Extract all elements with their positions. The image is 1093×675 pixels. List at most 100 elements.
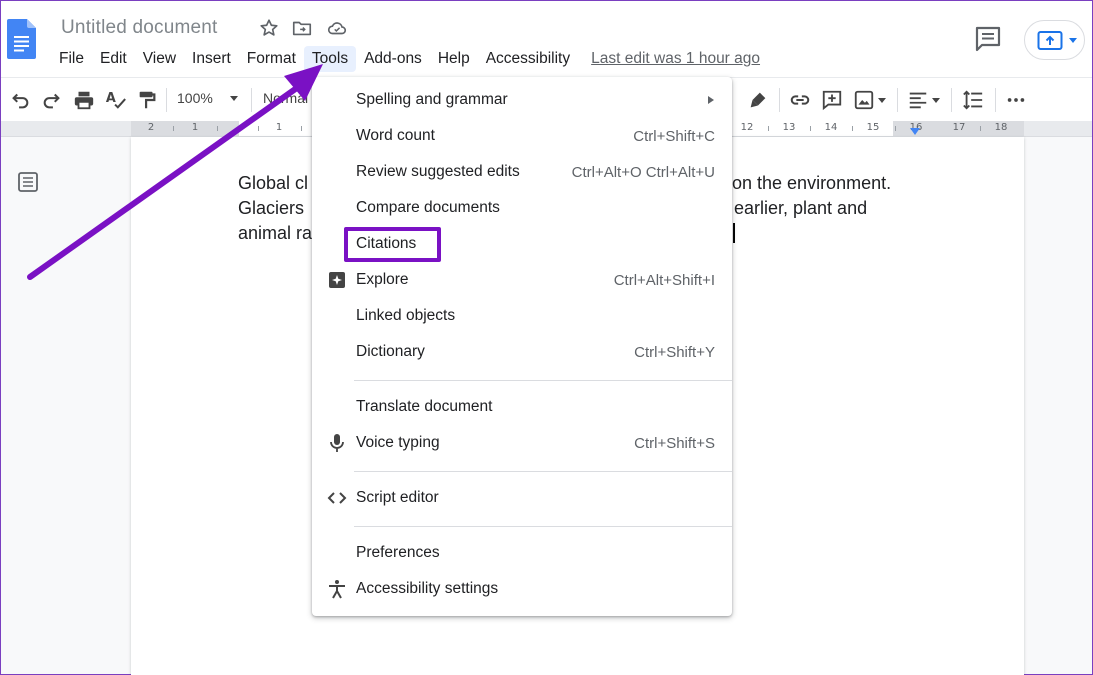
- svg-text:A: A: [106, 91, 116, 106]
- menu-item-label: Translate document: [356, 398, 493, 415]
- menu-item-script-editor[interactable]: Script editor: [312, 481, 732, 515]
- menu-item-accessibility-settings[interactable]: Accessibility settings: [312, 572, 732, 606]
- tools-menu: Spelling and grammar Word count Ctrl+Shi…: [312, 77, 732, 616]
- add-comment-icon[interactable]: [821, 89, 843, 111]
- menu-bar: File Edit View Insert Format Tools Add-o…: [51, 45, 760, 73]
- body-text-line-3-start: animal ra: [238, 223, 313, 243]
- insert-link-icon[interactable]: [789, 89, 811, 111]
- menu-item-label: Spelling and grammar: [356, 91, 508, 108]
- code-icon: [327, 492, 347, 504]
- document-title[interactable]: Untitled document: [61, 17, 218, 39]
- toolbar-divider: [166, 88, 167, 112]
- toolbar-divider: [779, 88, 780, 112]
- menu-item-linked-objects[interactable]: Linked objects: [312, 299, 732, 333]
- menu-item-dictionary[interactable]: Dictionary Ctrl+Shift+Y: [312, 335, 732, 369]
- ruler-tick: [852, 126, 853, 131]
- google-docs-logo-icon[interactable]: [7, 19, 36, 59]
- menu-item-shortcut: Ctrl+Alt+O Ctrl+Alt+U: [571, 163, 715, 181]
- ruler-number: 2: [147, 122, 155, 133]
- menu-tools[interactable]: Tools: [303, 46, 357, 72]
- ruler-number: 15: [866, 122, 880, 133]
- menu-item-compare-documents[interactable]: Compare documents: [312, 191, 732, 225]
- redo-icon[interactable]: [41, 89, 63, 111]
- menu-edit[interactable]: Edit: [92, 46, 135, 72]
- toolbar-divider: [897, 88, 898, 112]
- menu-item-review-suggested-edits[interactable]: Review suggested edits Ctrl+Alt+O Ctrl+A…: [312, 155, 732, 189]
- citations-highlight-box: [344, 227, 441, 262]
- present-icon: [1037, 31, 1063, 50]
- menu-insert[interactable]: Insert: [184, 46, 239, 72]
- ruler-tick: [810, 126, 811, 131]
- menu-item-label: Review suggested edits: [356, 163, 520, 180]
- line-spacing-icon[interactable]: [962, 89, 984, 111]
- menu-addons[interactable]: Add-ons: [356, 46, 430, 72]
- comments-icon[interactable]: [973, 25, 1003, 53]
- submenu-arrow-icon: [708, 96, 714, 104]
- menu-item-label: Accessibility settings: [356, 580, 499, 597]
- chevron-down-icon[interactable]: [877, 97, 887, 104]
- ruler-number: 18: [994, 122, 1008, 133]
- move-folder-icon[interactable]: [291, 17, 313, 39]
- app-header: Untitled document File Edit View Insert …: [1, 1, 1092, 77]
- body-text-line-1-end: on the environment.: [732, 173, 892, 193]
- highlight-pen-icon[interactable]: [747, 89, 769, 111]
- paragraph-style-select[interactable]: Normal: [263, 90, 308, 106]
- ruler-number: 1: [191, 122, 199, 133]
- ruler-number: 17: [952, 122, 966, 133]
- menu-item-label: Explore: [356, 271, 409, 288]
- star-icon[interactable]: [258, 17, 280, 39]
- chevron-down-icon[interactable]: [931, 97, 941, 104]
- ruler-tick: [895, 126, 896, 131]
- toolbar-divider: [251, 88, 252, 112]
- paint-format-icon[interactable]: [136, 89, 158, 111]
- menu-item-shortcut: Ctrl+Shift+C: [633, 127, 715, 145]
- menu-item-label: Dictionary: [356, 343, 425, 360]
- menu-item-label: Script editor: [356, 489, 439, 506]
- menu-format[interactable]: Format: [239, 46, 304, 72]
- menu-help[interactable]: Help: [430, 46, 478, 72]
- menu-item-spelling-grammar[interactable]: Spelling and grammar: [312, 83, 732, 117]
- toolbar-divider: [951, 88, 952, 112]
- ruler-number: 13: [782, 122, 796, 133]
- menu-item-shortcut: Ctrl+Shift+Y: [634, 343, 715, 361]
- menu-item-label: Voice typing: [356, 434, 440, 451]
- menu-divider: [354, 526, 732, 527]
- toolbar-divider: [995, 88, 996, 112]
- ruler-number: 1: [275, 122, 283, 133]
- zoom-value: 100%: [177, 90, 213, 106]
- menu-item-shortcut: Ctrl+Shift+S: [634, 434, 715, 452]
- document-outline-icon[interactable]: [17, 171, 39, 193]
- body-text-line-1-start: Global cl: [238, 173, 309, 193]
- menu-item-label: Word count: [356, 127, 435, 144]
- spellcheck-icon[interactable]: A: [105, 89, 127, 111]
- menu-accessibility[interactable]: Accessibility: [478, 46, 578, 72]
- body-text-line-2-start: Glaciers: [238, 198, 305, 218]
- menu-item-word-count[interactable]: Word count Ctrl+Shift+C: [312, 119, 732, 153]
- menu-view[interactable]: View: [135, 46, 184, 72]
- ruler-number: 14: [824, 122, 838, 133]
- ruler-tick: [301, 126, 302, 131]
- cloud-saved-icon[interactable]: [326, 17, 348, 39]
- menu-divider: [354, 471, 732, 472]
- right-indent-marker[interactable]: [910, 128, 920, 135]
- undo-icon[interactable]: [9, 89, 31, 111]
- last-edit-link[interactable]: Last edit was 1 hour ago: [591, 50, 760, 68]
- accessibility-icon: [329, 580, 345, 599]
- menu-item-translate-document[interactable]: Translate document: [312, 390, 732, 424]
- menu-file[interactable]: File: [51, 46, 92, 72]
- menu-divider: [354, 380, 732, 381]
- menu-item-voice-typing[interactable]: Voice typing Ctrl+Shift+S: [312, 426, 732, 460]
- explore-icon: [329, 272, 345, 288]
- print-icon[interactable]: [73, 89, 95, 111]
- menu-item-explore[interactable]: Explore Ctrl+Alt+Shift+I: [312, 263, 732, 297]
- chevron-down-icon: [229, 95, 238, 101]
- text-cursor: [733, 223, 735, 243]
- menu-item-label: Linked objects: [356, 307, 456, 324]
- zoom-select[interactable]: 100%: [177, 90, 239, 106]
- more-options-icon[interactable]: [1005, 89, 1027, 111]
- align-left-icon[interactable]: [907, 89, 929, 111]
- present-button[interactable]: [1024, 20, 1085, 60]
- menu-item-label: Compare documents: [356, 199, 500, 216]
- insert-image-icon[interactable]: [853, 89, 875, 111]
- menu-item-preferences[interactable]: Preferences: [312, 536, 732, 570]
